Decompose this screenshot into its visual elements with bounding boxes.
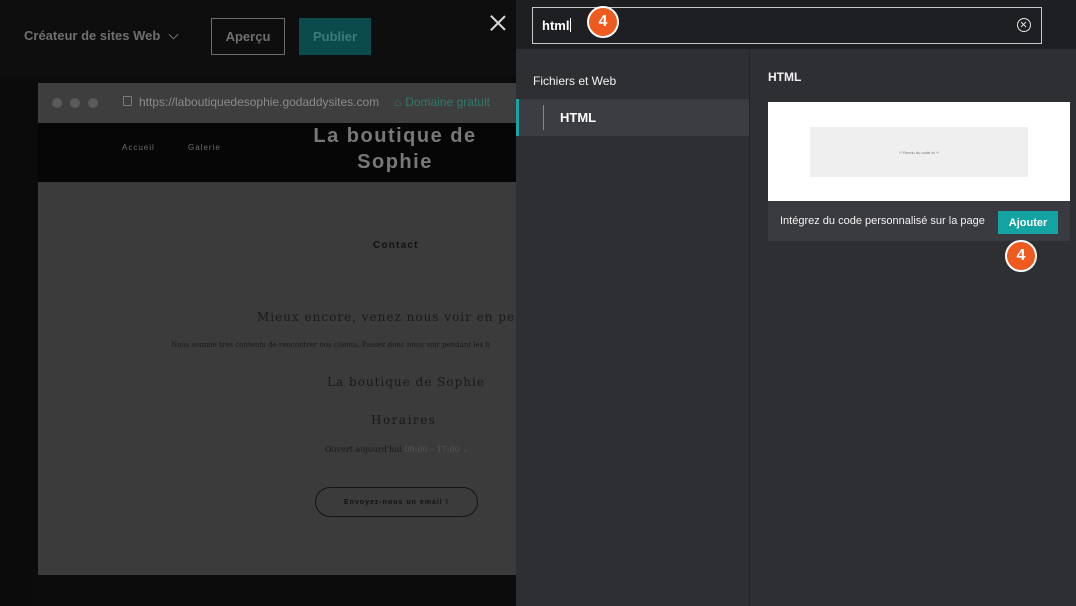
publish-button[interactable]: Publier: [299, 18, 371, 55]
editor-topbar: Créateur de sites Web Aperçu Publier: [0, 0, 516, 76]
window-dot: [52, 98, 62, 108]
category-item-label: HTML: [560, 110, 597, 125]
open-today-label: Ouvert aujourd'hui: [325, 445, 402, 454]
text-caret: [570, 18, 572, 32]
opening-hours[interactable]: Ouvert aujourd'hui 09:00 – 17:00 ⌄: [325, 445, 469, 454]
free-domain-link[interactable]: ⌂ Domaine gratuit: [394, 95, 490, 109]
browser-url-bar: https://laboutiquedesophie.godaddysites.…: [38, 83, 516, 123]
preview-button[interactable]: Aperçu: [211, 18, 285, 55]
search-value: html: [542, 18, 572, 33]
close-icon[interactable]: [489, 14, 507, 32]
code-placeholder: /* Rendu du code ici */: [810, 127, 1028, 177]
email-us-button[interactable]: Envoyez-nous un email !: [315, 487, 478, 517]
hours-heading: Horaires: [371, 413, 437, 427]
site-nav-gallery[interactable]: Galerie: [188, 143, 221, 152]
contact-intro: Nous somme très contents de rencontrer n…: [171, 341, 491, 349]
clear-search-icon[interactable]: [1017, 18, 1031, 32]
add-section-panel: html Fichiers et Web HTML HTML /* Rendu …: [516, 0, 1076, 606]
html-section-card[interactable]: /* Rendu du code ici */ Intégrez du code…: [768, 102, 1070, 241]
preview-footer: [38, 575, 516, 606]
business-name: La boutique de Sophie: [327, 375, 485, 389]
site-switcher[interactable]: Créateur de sites Web: [24, 28, 179, 43]
site-switcher-label: Créateur de sites Web: [24, 28, 161, 43]
contact-tagline: Mieux encore, venez nous voir en person: [257, 310, 516, 324]
step-badge-add: 4: [1005, 240, 1037, 272]
category-list: Fichiers et Web HTML: [516, 49, 750, 606]
category-item-html[interactable]: HTML: [516, 99, 749, 136]
site-title-line2: Sophie: [357, 151, 433, 173]
search-value-text: html: [542, 18, 570, 33]
chevron-down-icon: ⌄: [462, 445, 469, 454]
lock-icon: [123, 96, 132, 106]
card-description: Intégrez du code personnalisé sur la pag…: [780, 215, 985, 227]
add-button[interactable]: Ajouter: [998, 211, 1058, 234]
site-content: Contact Mieux encore, venez nous voir en…: [38, 182, 516, 575]
section-heading: HTML: [768, 70, 802, 84]
selected-indicator: [516, 99, 519, 136]
gift-icon: ⌂: [394, 95, 402, 109]
open-today-hours: 09:00 – 17:00: [404, 445, 460, 454]
divider: [543, 105, 544, 130]
chevron-down-icon: [168, 29, 179, 39]
site-url: https://laboutiquedesophie.godaddysites.…: [139, 95, 380, 109]
site-title-line1: La boutique de: [313, 125, 477, 147]
site-preview: https://laboutiquedesophie.godaddysites.…: [38, 83, 516, 575]
window-dot: [70, 98, 80, 108]
card-preview: /* Rendu du code ici */: [768, 102, 1070, 201]
contact-heading: Contact: [373, 240, 419, 251]
site-nav-home[interactable]: Accueil: [122, 143, 155, 152]
category-group-heading: Fichiers et Web: [533, 74, 617, 88]
site-header: Accueil Galerie La boutique de Sophie: [38, 123, 516, 182]
site-title: La boutique de Sophie: [268, 123, 516, 175]
window-dot: [88, 98, 98, 108]
free-domain-label: Domaine gratuit: [405, 95, 490, 109]
step-badge-search: 4: [587, 6, 619, 38]
